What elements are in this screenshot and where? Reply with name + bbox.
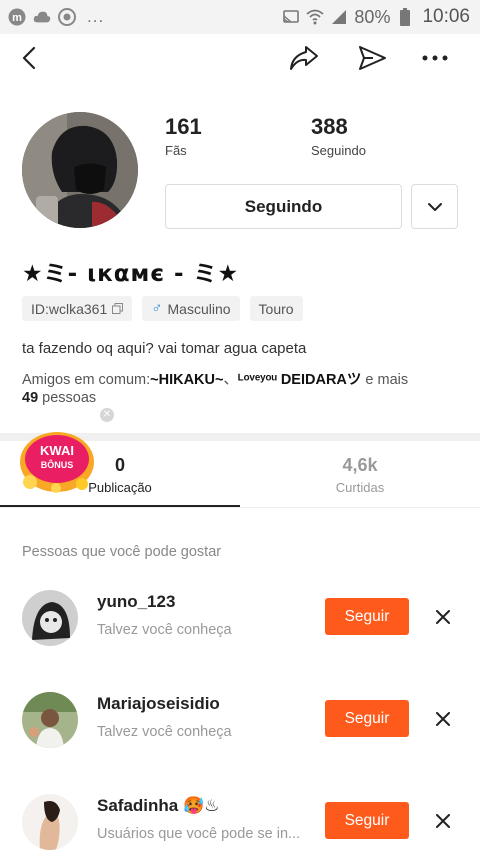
mutual-friends-people: pessoas — [38, 390, 97, 406]
copy-icon — [112, 303, 124, 314]
mutual-friends-count: 49 — [22, 390, 39, 406]
tab-divider — [0, 507, 480, 508]
kwai-bonus-badge[interactable]: KWAI BÔNUS — [18, 430, 96, 494]
followers-stat[interactable]: 161 Fãs — [165, 114, 202, 158]
mutual-friends[interactable]: Amigos em comum:~HIKAKU~、ᴸᵒᵛᵉʸᵒᵘ DEIDARA… — [22, 371, 462, 407]
send-button[interactable] — [354, 40, 390, 76]
cloud-icon — [33, 8, 51, 26]
clock: 10:06 — [422, 6, 470, 27]
gender-text: Masculino — [167, 300, 231, 317]
dismiss-button[interactable] — [430, 604, 456, 630]
following-button[interactable]: Seguindo — [165, 184, 402, 229]
kwai-bonus-line2: BÔNUS — [41, 459, 74, 470]
suggestion-avatar[interactable] — [22, 590, 78, 646]
suggestion-name[interactable]: Safadinha 🥵♨ — [97, 796, 219, 816]
tab-curtidas[interactable]: 4,6k Curtidas — [300, 455, 420, 495]
chevron-down-icon — [427, 202, 442, 211]
mutual-friend-2-love: ᴸᵒᵛᵉ — [237, 372, 261, 388]
user-id-tag[interactable]: ID:wclka361 — [22, 296, 133, 321]
tab-curtidas-count: 4,6k — [342, 455, 378, 475]
kwai-bonus-line1: KWAI — [40, 443, 74, 458]
chrome-icon — [58, 8, 76, 26]
cast-icon — [282, 8, 300, 26]
notification-dots: ... — [87, 7, 105, 26]
svg-text:m: m — [12, 12, 22, 24]
mutual-friends-prefix: Amigos em comum: — [22, 372, 151, 388]
profile-tags: ID:wclka361 ♂ Masculino Touro — [22, 296, 303, 321]
mutual-friend-1: ~HIKAKU~ — [150, 372, 224, 388]
male-icon: ♂ — [151, 300, 163, 317]
kwai-bonus-icon: KWAI BÔNUS — [20, 432, 94, 493]
back-button[interactable] — [12, 40, 48, 76]
profile-username: ★ミ- ιкαмє - ミ★ — [22, 261, 240, 287]
status-bar: m ... 80% 10:06 — [0, 0, 480, 34]
suggestion-row: yuno_123 Talvez você conheça Seguir — [0, 590, 480, 660]
tab-curtidas-label: Curtidas — [335, 480, 385, 495]
suggestion-row: Mariajoseisidio Talvez você conheça Segu… — [0, 692, 480, 762]
close-icon — [436, 712, 450, 726]
close-icon — [436, 610, 450, 624]
back-icon — [22, 46, 36, 70]
suggestions-title: Pessoas que você pode gostar — [22, 544, 222, 560]
following-count: 388 — [311, 114, 348, 139]
send-icon — [359, 46, 386, 70]
more-options-button[interactable] — [417, 40, 453, 76]
battery-percent: 80% — [354, 6, 391, 27]
following-label: Seguindo — [311, 143, 366, 158]
zodiac-tag: Touro — [249, 296, 303, 321]
suggestion-avatar[interactable] — [22, 692, 78, 748]
mutual-friend-2: DEIDARA — [280, 372, 347, 388]
close-icon — [436, 814, 450, 828]
suggestion-subtitle: Talvez você conheça — [97, 622, 232, 638]
user-id-text: ID:wclka361 — [31, 300, 108, 317]
messenger-icon: m — [8, 8, 26, 26]
mutual-friend-2-you: ʸᵒᵘ — [260, 372, 277, 388]
suggestion-name[interactable]: Mariajoseisidio — [97, 694, 220, 714]
wifi-icon — [306, 8, 325, 26]
mutual-friends-and-more: e mais — [361, 372, 409, 388]
share-icon — [290, 46, 318, 70]
follow-button[interactable]: Seguir — [325, 802, 409, 839]
more-profile-dropdown[interactable] — [411, 184, 458, 229]
dismiss-button[interactable] — [430, 706, 456, 732]
suggestion-subtitle: Usuários que você pode se in... — [97, 826, 301, 842]
following-stat[interactable]: 388 Seguindo — [311, 114, 366, 158]
more-icon — [422, 55, 448, 61]
followers-label: Fãs — [165, 143, 187, 158]
close-badge-icon[interactable]: ✕ — [100, 408, 114, 422]
zodiac-text: Touro — [258, 300, 294, 317]
profile-bio: ta fazendo oq aqui? vai tomar agua capet… — [22, 340, 307, 357]
followers-count: 161 — [165, 114, 202, 139]
suggestion-subtitle: Talvez você conheça — [97, 724, 232, 740]
follow-button[interactable]: Seguir — [325, 700, 409, 737]
mutual-friend-2-suffix: ツ — [346, 372, 362, 388]
battery-icon — [396, 8, 414, 26]
suggestion-avatar[interactable] — [22, 794, 78, 850]
share-button[interactable] — [286, 40, 322, 76]
dismiss-button[interactable] — [430, 808, 456, 834]
mutual-friends-separator: 、 — [223, 372, 238, 388]
suggestion-row: Safadinha 🥵♨ Usuários que você pode se i… — [0, 794, 480, 852]
gender-tag: ♂ Masculino — [142, 296, 240, 321]
suggestion-name[interactable]: yuno_123 — [97, 592, 175, 612]
follow-button[interactable]: Seguir — [325, 598, 409, 635]
signal-icon — [330, 8, 348, 26]
profile-avatar[interactable] — [22, 112, 138, 228]
